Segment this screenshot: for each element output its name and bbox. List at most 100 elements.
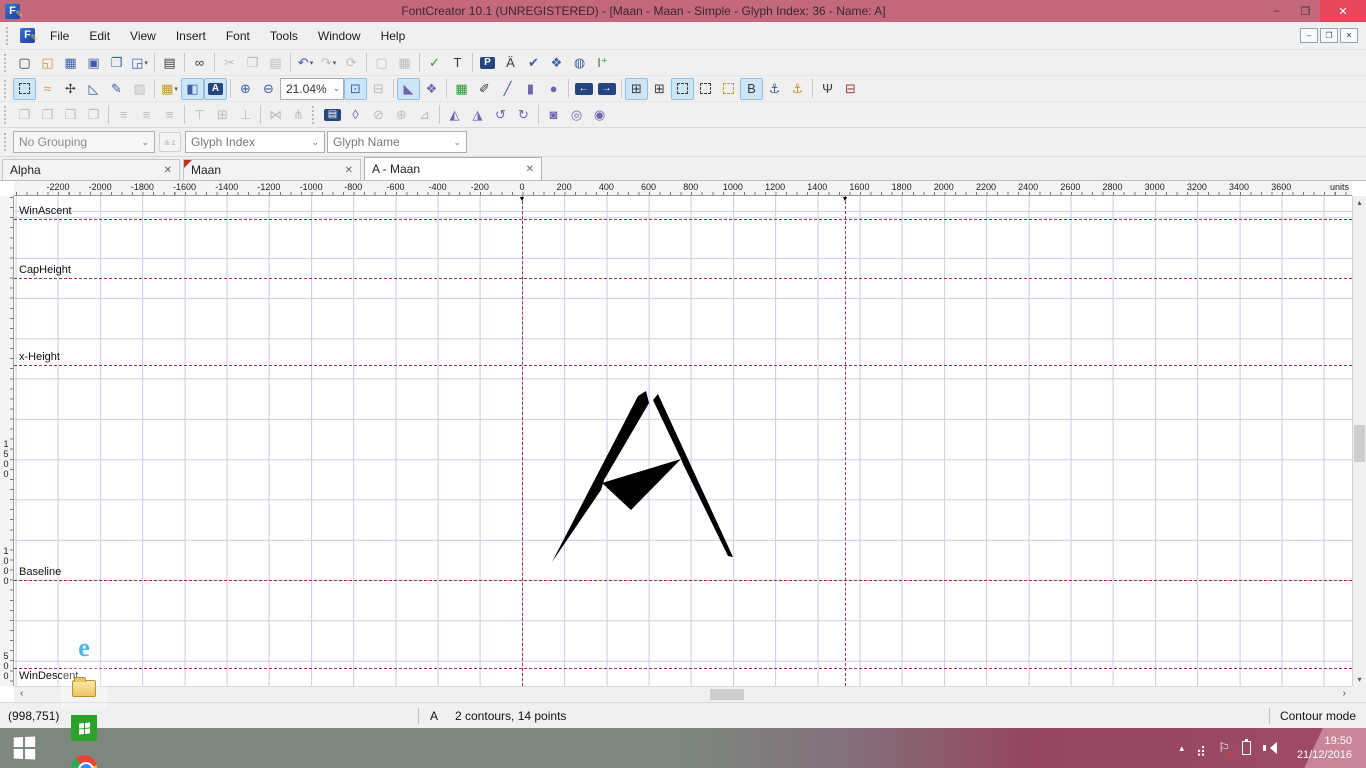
menu-file[interactable]: File: [40, 24, 79, 48]
close-button[interactable]: ✕: [1320, 0, 1366, 22]
autometrics-button[interactable]: Ä: [499, 52, 522, 74]
scroll-right-icon[interactable]: ›: [1343, 688, 1346, 699]
print-button[interactable]: ▤: [158, 52, 181, 74]
zoom-out-button[interactable]: ⊖: [257, 78, 280, 100]
taskbar-app-file-explorer[interactable]: [62, 668, 106, 708]
select-tool-button[interactable]: [13, 78, 36, 100]
taskbar-clock[interactable]: 19:50 21/12/2016: [1297, 734, 1352, 762]
bring-forward-button[interactable]: ❐: [13, 104, 36, 126]
repeat-button[interactable]: ⟳: [340, 52, 363, 74]
toolbar-grip[interactable]: [4, 106, 9, 124]
find-button[interactable]: ∞: [188, 52, 211, 74]
draw-tool-button[interactable]: ✎: [105, 78, 128, 100]
scroll-down-icon[interactable]: ▾: [1353, 675, 1366, 684]
glyph-properties-button[interactable]: ▤: [321, 104, 344, 126]
align-bottom-button[interactable]: ⊥: [234, 104, 257, 126]
open-button[interactable]: ◱: [36, 52, 59, 74]
glyph-index-combo[interactable]: Glyph Index ⌄: [185, 131, 325, 153]
speaker-icon[interactable]: [1263, 741, 1277, 755]
dropdown-arrow-icon[interactable]: ▾: [333, 59, 337, 67]
exclude-contours-button[interactable]: ◎: [565, 104, 588, 126]
edit-text-fields-button[interactable]: T: [446, 52, 469, 74]
contour-mode-tool-button[interactable]: ◣: [397, 78, 420, 100]
eraser-button[interactable]: ◊: [344, 104, 367, 126]
glyph-metrics-button[interactable]: ⊟: [839, 78, 862, 100]
fill-tool-button[interactable]: ▨: [128, 78, 151, 100]
menu-tools[interactable]: Tools: [260, 24, 308, 48]
undo-button[interactable]: ↶▾: [294, 52, 317, 74]
remove-overlap-button[interactable]: ⊿: [413, 104, 436, 126]
point-mode-tool-button[interactable]: ❖: [420, 78, 443, 100]
align-left-button[interactable]: ≡: [112, 104, 135, 126]
horizontal-scrollbar[interactable]: ‹ ›: [14, 686, 1352, 702]
zoom-selection-button[interactable]: ⊟: [367, 78, 390, 100]
background-image-button[interactable]: ▦▾: [158, 78, 181, 100]
split-contour-button[interactable]: ⊘: [367, 104, 390, 126]
zoom-level-combo[interactable]: 21.04%⌄: [280, 78, 344, 100]
glyph-name-combo[interactable]: Glyph Name ⌄: [327, 131, 467, 153]
start-button[interactable]: [0, 728, 48, 768]
glyph-preview-button[interactable]: A: [204, 78, 227, 100]
toolbar-grip[interactable]: [4, 80, 9, 98]
draw-line-button[interactable]: ╱: [496, 78, 519, 100]
taskbar-app-windows-store[interactable]: [62, 708, 106, 748]
mdi-close-button[interactable]: ✕: [1340, 28, 1358, 43]
paste-button[interactable]: ▤: [264, 52, 287, 74]
font-overview-button[interactable]: ▦: [59, 52, 82, 74]
distribute-vertical-button[interactable]: ⋔: [287, 104, 310, 126]
snap-to-guidelines-button[interactable]: [694, 78, 717, 100]
cut-button[interactable]: ✂: [218, 52, 241, 74]
minimize-button[interactable]: –: [1262, 0, 1291, 22]
zoom-fit-button[interactable]: ⊡: [344, 78, 367, 100]
join-contours-button[interactable]: ⊕: [390, 104, 413, 126]
show-guidelines-button[interactable]: [671, 78, 694, 100]
draw-ellipse-button[interactable]: ●: [542, 78, 565, 100]
filterbar-grip[interactable]: [4, 133, 9, 151]
bring-to-front-button[interactable]: ❐: [59, 104, 82, 126]
mdi-minimize-button[interactable]: –: [1300, 28, 1318, 43]
split-view-button[interactable]: ◧: [181, 78, 204, 100]
tab-a-maan[interactable]: A - Maan✕: [364, 157, 542, 180]
nav-forward-button[interactable]: →: [595, 78, 618, 100]
insert-image-button[interactable]: ▦: [450, 78, 473, 100]
insert-characters-button[interactable]: I⁺: [591, 52, 614, 74]
rotate-cw-button[interactable]: ↻: [512, 104, 535, 126]
action-center-flag-icon[interactable]: ⚐✕: [1218, 740, 1230, 756]
send-to-back-button[interactable]: ❐: [82, 104, 105, 126]
pan-tool-button[interactable]: ✢: [59, 78, 82, 100]
insert-composite-glyph-button[interactable]: ▦: [393, 52, 416, 74]
nav-back-button[interactable]: ←: [572, 78, 595, 100]
rotate-ccw-button[interactable]: ↺: [489, 104, 512, 126]
align-right-button[interactable]: ≡: [158, 104, 181, 126]
network-icon[interactable]: ⣴: [1196, 741, 1206, 755]
align-middle-button[interactable]: ⊞: [211, 104, 234, 126]
zoom-in-button[interactable]: ⊕: [234, 78, 257, 100]
menu-edit[interactable]: Edit: [79, 24, 120, 48]
tab-close-icon[interactable]: ✕: [345, 165, 353, 176]
taskbar-app-chrome[interactable]: [62, 748, 106, 768]
new-button[interactable]: ▢: [13, 52, 36, 74]
flip-vertical-button[interactable]: ◮: [466, 104, 489, 126]
vertical-scroll-thumb[interactable]: [1354, 425, 1365, 462]
tab-maan[interactable]: Maan✕: [183, 159, 361, 180]
scroll-left-icon[interactable]: ‹: [20, 688, 23, 699]
align-top-button[interactable]: ⊤: [188, 104, 211, 126]
union-contours-button[interactable]: ◙: [542, 104, 565, 126]
dropdown-arrow-icon[interactable]: ▾: [174, 85, 178, 93]
battery-icon[interactable]: [1242, 741, 1251, 755]
taskbar-app-internet-explorer[interactable]: e: [62, 628, 106, 668]
vertical-scrollbar[interactable]: ▴ ▾: [1352, 196, 1366, 686]
glyph-canvas[interactable]: WinAscentCapHeightx-HeightBaselineWinDes…: [14, 196, 1352, 686]
menu-help[interactable]: Help: [371, 24, 416, 48]
anchor-button[interactable]: ⚓: [763, 78, 786, 100]
show-grid-button[interactable]: ⊞: [625, 78, 648, 100]
snap-to-grid-button[interactable]: ⊞: [648, 78, 671, 100]
lock-anchor-button[interactable]: ⚓: [786, 78, 809, 100]
horizontal-scroll-thumb[interactable]: [710, 689, 744, 700]
menu-insert[interactable]: Insert: [166, 24, 216, 48]
send-backward-button[interactable]: ❐: [36, 104, 59, 126]
tab-alpha[interactable]: Alpha✕: [2, 159, 180, 180]
dropdown-arrow-icon[interactable]: ▾: [310, 59, 314, 67]
tab-close-icon[interactable]: ✕: [164, 165, 172, 176]
intersect-contours-button[interactable]: ◉: [588, 104, 611, 126]
